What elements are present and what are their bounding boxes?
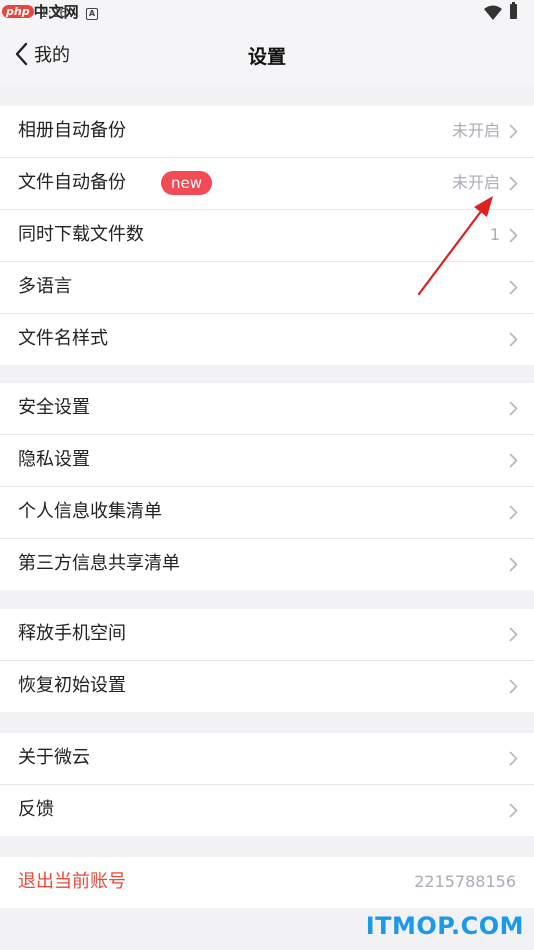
setting-label: 恢复初始设置 (18, 675, 126, 696)
setting-value: 未开启 (451, 121, 500, 140)
settings-group-about: 关于微云 反馈 (0, 733, 534, 836)
setting-row-about[interactable]: 关于微云 (0, 733, 534, 785)
setting-label: 反馈 (18, 799, 54, 820)
setting-label: 第三方信息共享清单 (18, 553, 180, 574)
setting-row-privacy[interactable]: 隐私设置 (0, 435, 534, 487)
setting-label: 文件名样式 (18, 328, 108, 349)
chevron-right-icon (509, 401, 518, 416)
logout-button[interactable]: 退出当前账号 2215788156 (0, 857, 534, 908)
setting-value: 未开启 (451, 173, 500, 192)
setting-label: 释放手机空间 (18, 623, 126, 644)
chevron-right-icon (509, 332, 518, 347)
chevron-right-icon (509, 505, 518, 520)
setting-row-reset[interactable]: 恢复初始设置 (0, 661, 534, 712)
setting-row-file-backup[interactable]: 文件自动备份 new 未开启 (0, 158, 534, 210)
setting-label: 同时下载文件数 (18, 224, 144, 245)
chevron-right-icon (509, 280, 518, 295)
setting-row-feedback[interactable]: 反馈 (0, 785, 534, 836)
chevron-right-icon (509, 124, 518, 139)
setting-row-language[interactable]: 多语言 (0, 262, 534, 314)
nav-bar: 我的 设置 (0, 26, 534, 84)
wifi-icon (484, 5, 502, 20)
logout-label: 退出当前账号 (18, 871, 126, 892)
chevron-right-icon (509, 751, 518, 766)
setting-value: 1 (489, 225, 500, 244)
chevron-right-icon (509, 453, 518, 468)
setting-label: 多语言 (18, 276, 72, 297)
setting-row-filename-style[interactable]: 文件名样式 (0, 314, 534, 365)
notification-a-icon: A (86, 8, 98, 20)
setting-label: 隐私设置 (18, 449, 90, 470)
status-time: 1:26 (40, 6, 67, 20)
setting-label: 安全设置 (18, 397, 90, 418)
setting-label: 关于微云 (18, 747, 90, 768)
settings-group-maintenance: 释放手机空间 恢复初始设置 (0, 609, 534, 712)
chevron-right-icon (509, 803, 518, 818)
settings-group-storage: 相册自动备份 未开启 文件自动备份 new 未开启 同时下载文件数 1 多语言 … (0, 106, 534, 365)
page-title: 设置 (247, 46, 286, 68)
setting-label: 相册自动备份 (18, 120, 126, 141)
battery-icon (510, 2, 517, 19)
setting-row-third-party-sharing[interactable]: 第三方信息共享清单 (0, 539, 534, 590)
setting-label: 个人信息收集清单 (18, 501, 162, 522)
chevron-right-icon (509, 176, 518, 191)
chevron-right-icon (509, 228, 518, 243)
settings-group-privacy: 安全设置 隐私设置 个人信息收集清单 第三方信息共享清单 (0, 383, 534, 590)
site-watermark: ITMOP.COM (365, 912, 524, 940)
account-number: 2215788156 (414, 872, 516, 891)
chevron-right-icon (509, 679, 518, 694)
setting-row-concurrent-downloads[interactable]: 同时下载文件数 1 (0, 210, 534, 262)
setting-label: 文件自动备份 (18, 172, 126, 193)
setting-row-security[interactable]: 安全设置 (0, 383, 534, 435)
chevron-right-icon (509, 627, 518, 642)
new-badge: new (161, 171, 213, 195)
settings-group-account: 退出当前账号 2215788156 (0, 857, 534, 908)
chevron-right-icon (509, 557, 518, 572)
setting-row-photo-backup[interactable]: 相册自动备份 未开启 (0, 106, 534, 158)
setting-row-personal-info-list[interactable]: 个人信息收集清单 (0, 487, 534, 539)
setting-row-free-space[interactable]: 释放手机空间 (0, 609, 534, 661)
status-bar: php 中文网 1:26 A (0, 0, 534, 26)
